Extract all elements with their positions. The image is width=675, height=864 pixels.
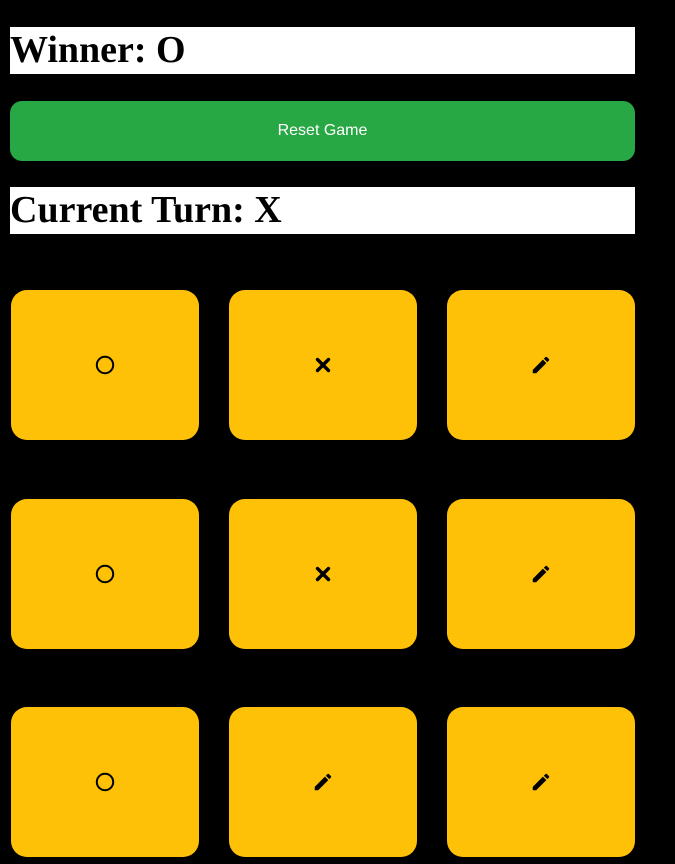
current-turn-status: Current Turn: X xyxy=(10,187,635,234)
x-icon xyxy=(315,566,331,582)
circle-icon xyxy=(95,772,115,792)
board-cell-3-1[interactable] xyxy=(11,707,199,857)
board-cell-3-2[interactable] xyxy=(229,707,417,857)
x-icon xyxy=(315,357,331,373)
pencil-icon xyxy=(530,354,552,376)
board-cell-2-2[interactable] xyxy=(229,499,417,649)
pencil-icon xyxy=(530,771,552,793)
reset-game-button[interactable]: Reset Game xyxy=(10,101,635,161)
pencil-icon xyxy=(312,771,334,793)
board-cell-2-1[interactable] xyxy=(11,499,199,649)
circle-icon xyxy=(95,564,115,584)
board-cell-3-3[interactable] xyxy=(447,707,635,857)
board-cell-1-3[interactable] xyxy=(447,290,635,440)
board-cell-1-1[interactable] xyxy=(11,290,199,440)
board-cell-1-2[interactable] xyxy=(229,290,417,440)
board-cell-2-3[interactable] xyxy=(447,499,635,649)
pencil-icon xyxy=(530,563,552,585)
winner-status: Winner: O xyxy=(10,27,635,74)
circle-icon xyxy=(95,355,115,375)
